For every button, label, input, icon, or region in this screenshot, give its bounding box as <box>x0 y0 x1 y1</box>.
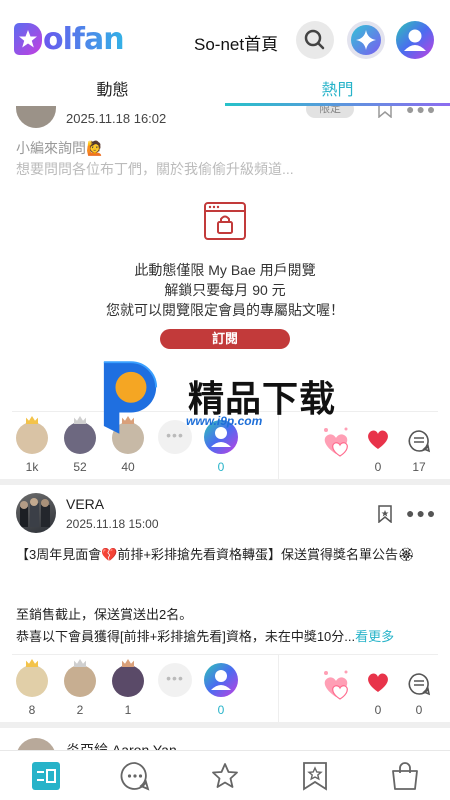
supporter-count: 1k <box>25 460 39 474</box>
supporter-avatar[interactable] <box>64 665 96 697</box>
my-support-count: 0 <box>217 460 225 474</box>
app-header: olfan So-net首頁 <box>0 0 450 70</box>
post-text-snippet: 恭喜以下會員獲得[前排+彩排搶先看]資格，未在中獎10分... <box>16 629 356 644</box>
author-avatar[interactable] <box>16 493 56 533</box>
comment-icon[interactable] <box>407 672 431 696</box>
like-heart-icon[interactable] <box>366 671 390 693</box>
chat-nav-icon[interactable] <box>120 761 150 791</box>
supporter-count: 52 <box>73 460 87 474</box>
supporter-avatar[interactable] <box>112 665 144 697</box>
see-more-link[interactable]: 看更多 <box>355 629 394 644</box>
supporter-avatar[interactable] <box>64 422 96 454</box>
watermark-url: www.i9p.com <box>186 414 263 428</box>
active-tab-indicator <box>225 103 450 106</box>
logo-star-icon <box>14 23 42 55</box>
supporter-count: 8 <box>28 703 36 717</box>
supporter-count: 2 <box>76 703 84 717</box>
ai-assistant-button[interactable] <box>347 21 385 59</box>
user-icon <box>404 29 426 51</box>
post-text-line: 想要問問各位布丁們，關於我偷偷升級頻道... <box>16 161 294 177</box>
favorites-star-nav-icon[interactable] <box>210 761 240 791</box>
comment-count: 17 <box>412 460 426 474</box>
supporter-avatar[interactable] <box>16 422 48 454</box>
hearts-animation-icon <box>324 670 348 700</box>
my-support-avatar[interactable] <box>204 663 238 697</box>
watermark-logo-icon <box>103 361 158 434</box>
post-time: 2025.11.18 16:02 <box>66 111 167 126</box>
post-2-reactions: 8 2 1 ••• 0 0 0 <box>12 654 438 725</box>
feed-nav-icon[interactable] <box>31 761 61 791</box>
paywall-line: 此動態僅限 My Bae 用戶閱覽 <box>134 262 316 278</box>
user-avatar-button[interactable] <box>396 21 434 59</box>
supporter-count: 40 <box>121 460 135 474</box>
dolfan-logo[interactable]: olfan <box>14 21 125 57</box>
shop-bag-nav-icon[interactable] <box>390 761 420 791</box>
lock-icon <box>204 202 246 240</box>
supporter-avatar[interactable] <box>16 665 48 697</box>
author-name[interactable]: VERA <box>66 496 104 512</box>
post-text-line: 【3周年見面會💔前排+彩排搶先看資格轉蛋】保送賞得獎名單公告🏵 <box>16 547 415 562</box>
paywall-message: 此動態僅限 My Bae 用戶閱覽 解鎖只要每月 90 元 您就可以閱覽限定會員… <box>0 260 450 320</box>
paywall-line: 解鎖只要每月 90 元 <box>164 282 286 298</box>
sonet-home-link[interactable]: So-net首頁 <box>194 30 278 55</box>
bookmarks-nav-icon[interactable] <box>300 761 330 791</box>
feed-tabs: 動態 熱門 <box>0 70 450 106</box>
comment-icon[interactable] <box>407 429 431 453</box>
post-text-line: 恭喜以下會員獲得[前排+彩排搶先看]資格，未在中獎10分...看更多 <box>16 626 394 645</box>
post-separator <box>0 722 450 728</box>
bookmark-icon[interactable] <box>377 505 393 523</box>
like-count: 0 <box>374 460 382 474</box>
supporter-count: 1 <box>124 703 132 717</box>
paywall-line: 您就可以閱覽限定會員的專屬貼文喔！ <box>106 302 344 318</box>
post-separator <box>0 479 450 485</box>
logo-text: olfan <box>43 21 125 57</box>
search-icon <box>304 29 325 50</box>
post-text-line: 至銷售截止，保送賞送出2名。 <box>16 607 193 622</box>
post-text-line: 小編來詢問🙋 <box>16 140 104 156</box>
like-count: 0 <box>374 703 382 717</box>
more-options-icon[interactable]: ●●● <box>406 505 437 521</box>
divider <box>278 655 279 725</box>
sparkle-icon <box>351 25 381 55</box>
my-support-count: 0 <box>217 703 225 717</box>
search-button[interactable] <box>296 21 334 59</box>
post-time: 2025.11.18 15:00 <box>66 517 159 531</box>
comment-count: 0 <box>415 703 423 717</box>
watermark: 精品下载 www.i9p.com <box>100 358 370 438</box>
bottom-nav <box>0 750 450 800</box>
tab-hot[interactable]: 熱門 <box>225 76 450 100</box>
more-supporters-icon[interactable]: ••• <box>158 663 192 697</box>
subscribe-button[interactable]: 訂閱 <box>160 329 290 349</box>
tab-follow[interactable]: 動態 <box>0 76 225 100</box>
